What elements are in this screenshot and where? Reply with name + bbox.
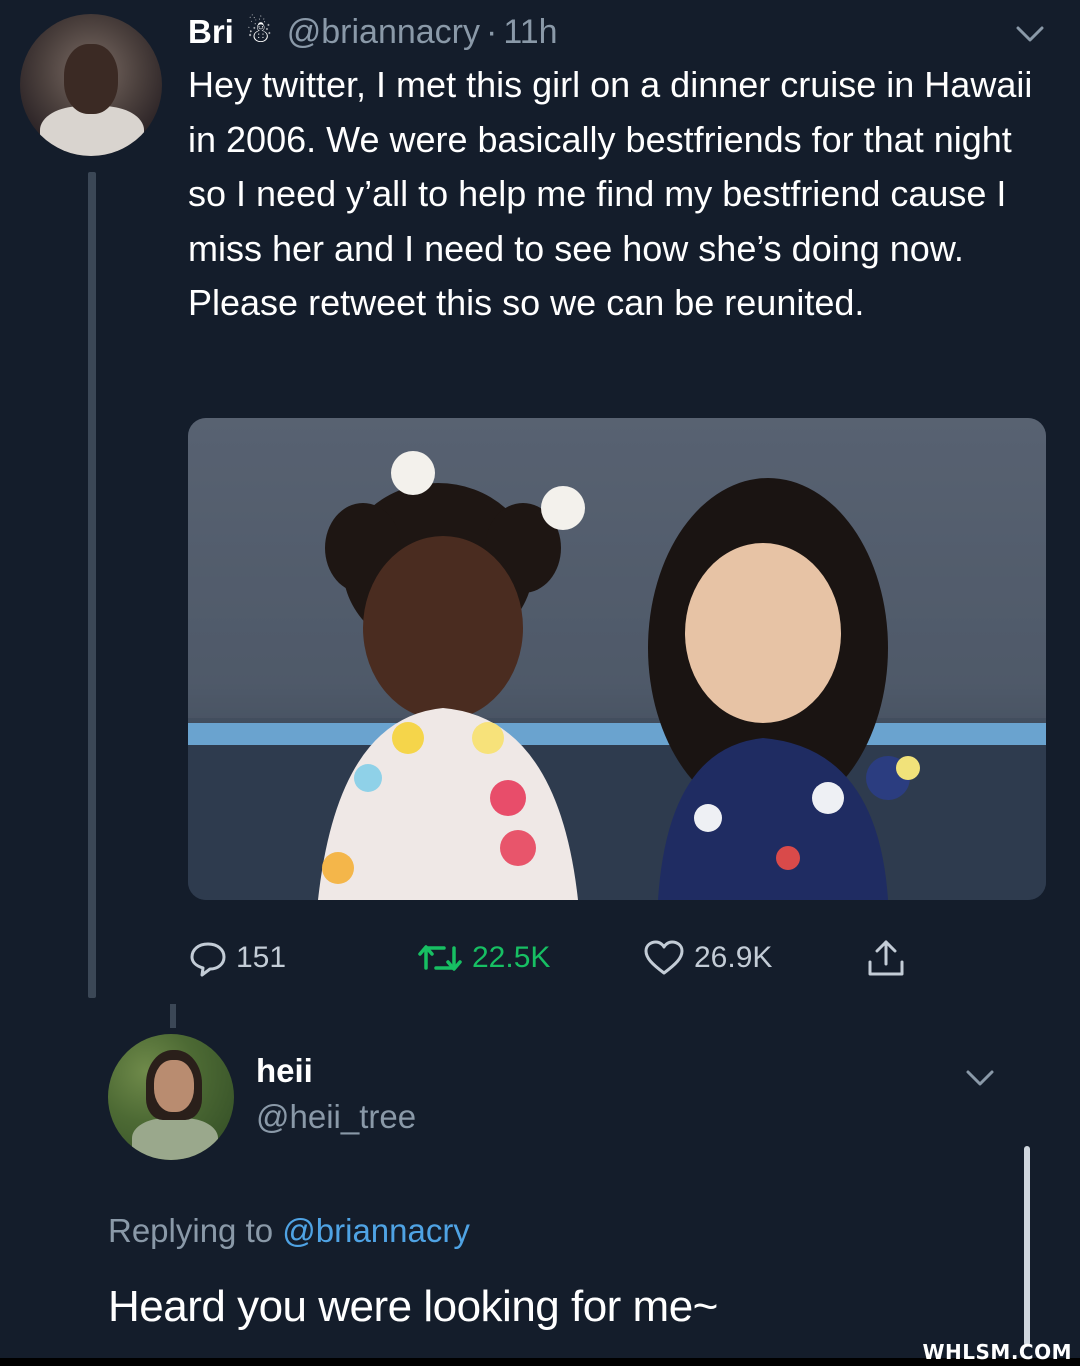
replying-to-handle-link[interactable]: @briannacry: [282, 1212, 470, 1249]
avatar-face: [64, 44, 118, 114]
bottom-strip: [0, 1358, 1080, 1366]
replying-to-line: Replying to @briannacry: [108, 1212, 470, 1250]
thread-connector-line: [88, 172, 96, 998]
watermark-text: WHLSM.COM: [922, 1340, 1072, 1364]
retweet-icon: [418, 945, 462, 971]
reply-author-handle[interactable]: @heii_tree: [256, 1098, 416, 1136]
avatar-face: [154, 1060, 194, 1112]
photo-illustration: [188, 418, 1046, 900]
reply-author-name[interactable]: heii: [256, 1052, 313, 1090]
reply-button[interactable]: 151: [188, 930, 286, 986]
chevron-down-icon[interactable]: [1010, 18, 1050, 50]
reply-icon: [190, 942, 226, 977]
avatar-body: [132, 1118, 218, 1160]
header-separator: ·: [486, 12, 498, 51]
chevron-down-icon[interactable]: [960, 1062, 1000, 1094]
reply-body: Heard you were looking for me~: [108, 1282, 718, 1331]
retweet-count: 22.5K: [472, 941, 551, 974]
replying-to-label: Replying to: [108, 1212, 274, 1249]
share-button[interactable]: [864, 930, 916, 986]
tweet-header: Bri ☃ @briannacry · 11h: [188, 10, 558, 54]
tweet-action-bar: 151 22.5K 26.9K: [188, 930, 928, 986]
heart-icon: [644, 940, 684, 975]
tweet-photo[interactable]: [188, 418, 1046, 900]
retweet-button[interactable]: 22.5K: [416, 930, 550, 986]
thread-connector-stub: [170, 1004, 176, 1028]
author-handle[interactable]: @briannacry: [287, 13, 480, 52]
share-icon: [868, 940, 904, 976]
tweet-body: Hey twitter, I met this girl on a dinner…: [188, 64, 1033, 323]
snowman-emoji: ☃: [245, 15, 273, 49]
reply-count: 151: [236, 941, 287, 974]
scrollbar[interactable]: [1024, 1146, 1030, 1346]
avatar-bri[interactable]: [20, 14, 162, 156]
like-count: 26.9K: [694, 941, 773, 974]
like-button[interactable]: 26.9K: [642, 930, 772, 986]
author-name[interactable]: Bri: [188, 13, 234, 51]
tweet-timestamp[interactable]: 11h: [503, 13, 557, 52]
avatar-heii[interactable]: [108, 1034, 234, 1160]
